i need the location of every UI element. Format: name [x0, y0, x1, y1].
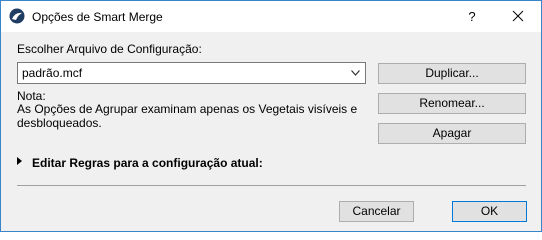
config-file-dropdown[interactable]: padrão.mcf — [17, 62, 366, 84]
cancel-button[interactable]: Cancelar — [339, 201, 414, 222]
expand-arrow-icon — [17, 157, 22, 165]
divider — [17, 185, 526, 186]
title-bar[interactable]: Opções de Smart Merge ? — [1, 1, 541, 32]
smart-merge-dialog: Opções de Smart Merge ? Escolher Arquivo… — [0, 0, 542, 232]
delete-button[interactable]: Apagar — [378, 123, 526, 144]
window-title: Opções de Smart Merge — [32, 10, 163, 24]
chevron-down-icon — [351, 70, 360, 76]
dialog-content: Escolher Arquivo de Configuração: padrão… — [1, 32, 541, 231]
duplicate-button[interactable]: Duplicar... — [378, 63, 526, 84]
note-label: Nota: — [17, 89, 46, 103]
app-icon — [9, 8, 25, 24]
note-text: As Opções de Agrupar examinam apenas os … — [17, 102, 358, 130]
ok-button[interactable]: OK — [452, 201, 527, 222]
rename-button[interactable]: Renomear... — [378, 93, 526, 114]
help-button[interactable]: ? — [449, 1, 495, 32]
close-icon — [512, 10, 524, 22]
config-file-value: padrão.mcf — [22, 66, 83, 80]
close-button[interactable] — [495, 1, 541, 32]
config-file-label: Escolher Arquivo de Configuração: — [17, 42, 202, 56]
edit-rules-label: Editar Regras para a configuração atual: — [32, 156, 263, 170]
